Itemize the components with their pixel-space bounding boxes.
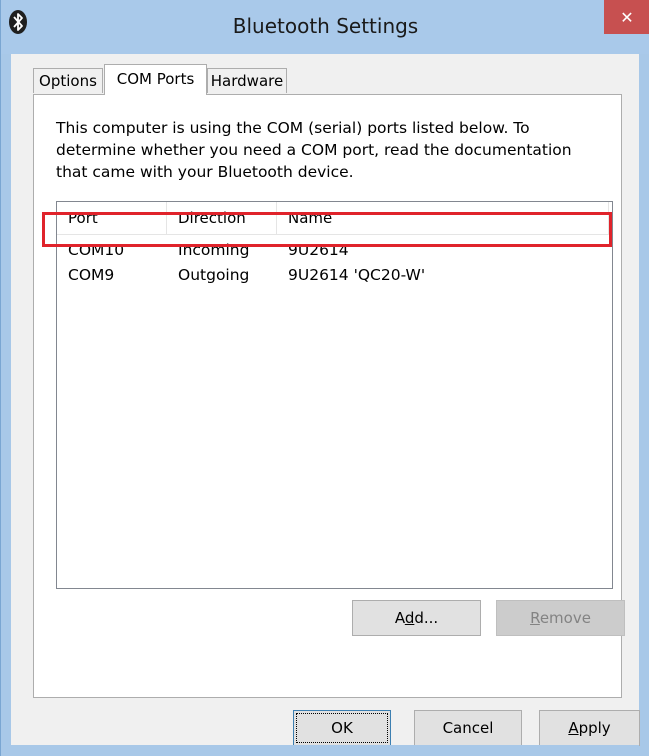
- tab-hardware[interactable]: Hardware: [207, 68, 287, 93]
- name-cell: 9U2614 'QC20-W': [288, 266, 426, 284]
- close-button[interactable]: ✕: [604, 0, 649, 34]
- table-row[interactable]: COM9 Outgoing 9U2614 'QC20-W': [57, 263, 612, 287]
- cancel-button[interactable]: Cancel: [414, 710, 522, 746]
- title-bar[interactable]: Bluetooth Settings ✕: [1, 0, 649, 54]
- tab-label: COM Ports: [116, 70, 195, 88]
- accelerator-key: d: [404, 609, 415, 627]
- label-part: d...: [414, 609, 439, 627]
- focus-rectangle: OK: [296, 713, 388, 743]
- com-ports-panel: This computer is using the COM (serial) …: [33, 94, 625, 698]
- apply-button-label: Apply: [568, 719, 610, 737]
- accelerator-key: A: [568, 719, 579, 737]
- apply-button[interactable]: Apply: [539, 710, 640, 746]
- description-text: This computer is using the COM (serial) …: [56, 119, 572, 181]
- ok-button-label: OK: [331, 719, 353, 737]
- ok-button[interactable]: OK: [293, 710, 391, 746]
- add-button[interactable]: Add...: [352, 600, 481, 636]
- tab-label: Hardware: [210, 72, 284, 90]
- remove-button-label: Remove: [530, 609, 591, 627]
- com-port-list[interactable]: Port Direction Name COM10 Incoming 9U261…: [56, 201, 613, 589]
- tab-options[interactable]: Options: [33, 68, 103, 93]
- add-button-label: Add...: [395, 609, 438, 627]
- bluetooth-settings-window: Bluetooth Settings ✕ Options COM Ports H…: [0, 0, 649, 756]
- direction-cell: Outgoing: [178, 266, 250, 284]
- window-title: Bluetooth Settings: [232, 14, 419, 38]
- label-part: emove: [539, 609, 591, 627]
- port-cell: COM9: [68, 266, 115, 284]
- window-bottom-border: [11, 745, 639, 756]
- dialog-client-area: Options COM Ports Hardware This computer…: [11, 54, 640, 746]
- accelerator-key: R: [530, 609, 540, 627]
- tab-com-ports[interactable]: COM Ports: [104, 64, 207, 95]
- close-icon: ✕: [620, 7, 634, 27]
- label-part: pply: [578, 719, 611, 737]
- tab-label: Options: [39, 72, 97, 90]
- remove-button[interactable]: Remove: [496, 600, 625, 636]
- label-part: A: [394, 609, 405, 627]
- highlight-annotation-box: [42, 212, 612, 247]
- cancel-button-label: Cancel: [442, 719, 494, 737]
